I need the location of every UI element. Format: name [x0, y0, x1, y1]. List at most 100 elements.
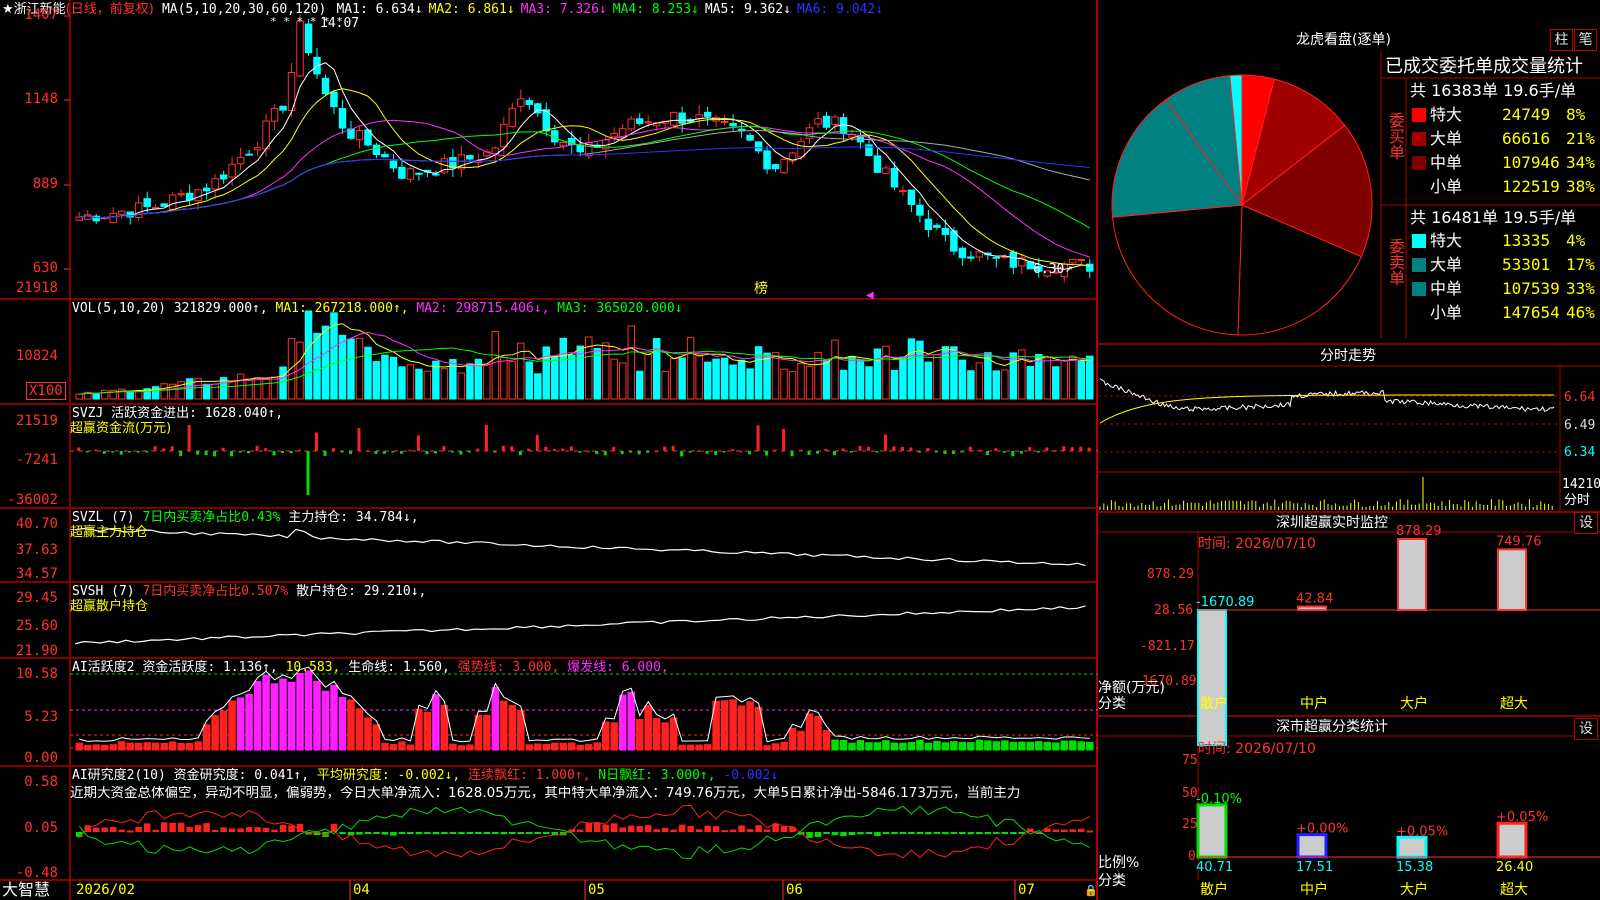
ai-research-bar — [228, 828, 236, 832]
svzj-bar — [111, 451, 115, 453]
svzj-bar — [892, 446, 896, 451]
candle — [899, 190, 907, 193]
monitor-cat-label: 分类 — [1098, 696, 1126, 712]
ai-research-header: AI研究度2(10) — [72, 768, 166, 783]
svzj-bar — [255, 446, 259, 451]
ai-research-bar — [424, 832, 431, 834]
date-tick: 2026/02 — [76, 882, 136, 898]
candle — [754, 141, 763, 152]
svzj-bar — [1019, 451, 1023, 454]
ai-research-nday: N日飘红: 3.000↑, — [598, 768, 716, 783]
volume-bar — [542, 346, 551, 400]
ai-active-bar — [907, 742, 916, 751]
bar-mode-button[interactable]: 柱 — [1550, 29, 1573, 51]
ai-research-bar — [1061, 829, 1068, 832]
ai-research-bar — [577, 829, 584, 832]
ai-active-bar — [109, 744, 117, 751]
ai-research-bar — [857, 832, 864, 835]
ai-research-bar — [1001, 832, 1009, 834]
volume-bar — [729, 364, 737, 400]
brand-logo[interactable]: 大智慧 — [2, 881, 50, 899]
svzj-bar — [230, 451, 234, 457]
volume-bar — [440, 368, 449, 400]
svzl-tick: 34.57 — [15, 566, 58, 582]
svzj-bar — [493, 451, 497, 453]
vol-value: 321829.000↑, — [173, 301, 268, 316]
candle — [117, 210, 126, 215]
svzj-bar — [985, 451, 989, 455]
volume-bar — [559, 337, 568, 400]
intraday-tick: 6.34 — [1564, 445, 1596, 460]
svzj-bar — [756, 425, 760, 451]
ai-research-bar — [203, 823, 210, 832]
ai-research-bar — [610, 823, 618, 832]
monitor-title: 深圳超赢实时监控 — [1276, 515, 1388, 531]
ai-active-bar — [1026, 741, 1035, 751]
svzj-bar — [102, 451, 106, 454]
svzj-bar — [849, 451, 853, 453]
ai-active-bar — [253, 681, 262, 751]
ai-active-bar — [75, 742, 83, 751]
ai-active-bar — [160, 742, 168, 751]
ai-research-bar — [908, 832, 915, 834]
buy-pct: 8% — [1566, 105, 1586, 124]
svzl-header: SVZL (7) — [72, 510, 135, 525]
candle — [873, 155, 882, 173]
ai-active-bar — [287, 681, 296, 751]
svzj-bar — [765, 451, 769, 456]
ai-research-bar — [882, 832, 890, 834]
ai-research-bar — [466, 832, 474, 834]
svzj-bar — [595, 451, 599, 455]
candle — [160, 203, 168, 207]
candle — [882, 167, 890, 174]
svzj-bar — [1036, 451, 1040, 453]
ai-active-bar — [194, 741, 202, 751]
svzj-bar — [484, 424, 488, 451]
vol-tick: 21918 — [15, 280, 58, 296]
category-label: 中户 — [1300, 882, 1328, 898]
ai-research-bar — [848, 832, 856, 836]
ai-research-bar — [891, 832, 898, 835]
ai-research-bar — [780, 826, 788, 832]
svzj-bar — [960, 451, 964, 453]
classify-settings-button[interactable]: 设 — [1574, 718, 1598, 740]
ai-active-bar — [508, 705, 517, 751]
ai-research-bar — [704, 825, 711, 832]
ai-active-bar — [406, 744, 415, 751]
ai-active-bar — [483, 714, 491, 751]
ai-research-bar — [373, 832, 380, 834]
svzj-bar — [382, 451, 386, 454]
ai-research-bar — [627, 825, 635, 832]
volume-bar — [117, 388, 126, 400]
candle — [916, 204, 924, 216]
volume-bar — [406, 364, 415, 400]
monitor-value: -1670.89 — [1196, 595, 1254, 610]
vol-unit-button[interactable]: X100 — [26, 382, 66, 400]
svzj-bar — [603, 451, 607, 456]
ai-active-bar — [126, 742, 134, 751]
volume-bar — [568, 354, 576, 400]
chart-canvas[interactable] — [0, 0, 1098, 900]
lock-icon[interactable]: 🔒 — [1084, 883, 1098, 898]
candle — [746, 134, 754, 141]
period-label[interactable]: (日线，前复权) — [66, 2, 154, 17]
ai-research-bar — [101, 827, 108, 832]
volume-bar — [347, 338, 355, 400]
ai-active-bar — [321, 690, 330, 751]
ai-active-bar — [364, 717, 372, 751]
svzj-bar — [145, 451, 149, 453]
ai-active-tick: 10.58 — [15, 666, 58, 682]
svsh-hold: 散户持仓: 29.210↓, — [296, 584, 427, 599]
chart-area[interactable]: ★浙江新能(日线，前复权) MA(5,10,20,30,60,120) MA1:… — [0, 0, 1098, 900]
buy-side-label: 委买单 — [1386, 112, 1405, 160]
ai-active-bar — [975, 739, 984, 751]
ai-active-bar — [771, 743, 780, 751]
ma-legend-6: MA6: 9.042↓ — [796, 2, 884, 17]
volume-bar — [483, 363, 491, 400]
ai-active-bar — [873, 742, 882, 751]
tick-mode-button[interactable]: 笔 — [1574, 29, 1597, 51]
vol-ma3: MA3: 365020.000↓ — [557, 301, 683, 316]
volume-bars — [75, 310, 1094, 400]
monitor-settings-button[interactable]: 设 — [1574, 512, 1598, 534]
svzj-bar — [425, 451, 429, 455]
